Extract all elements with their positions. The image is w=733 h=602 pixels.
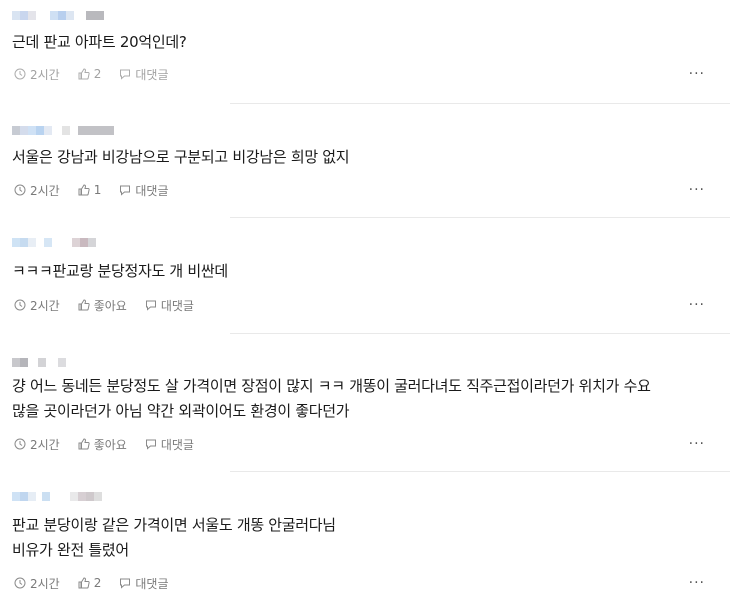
clock-icon [14,184,26,196]
comment-text: 근데 판교 아파트 20억인데? [12,33,187,51]
author-name-blurred [12,238,96,247]
time-label: 2시간 [14,182,60,199]
comment-text: ㅋㅋㅋ판교랑 분당정자도 개 비싼데 [12,262,228,280]
clock-icon [14,438,26,450]
comment-text: 서울은 강남과 비강남으로 구분되고 비강남은 희망 없지 [12,148,350,166]
more-options-button[interactable]: ··· [689,575,705,591]
thumbs-up-icon [78,438,90,450]
reply-button[interactable]: 대댓글 [119,66,168,83]
author-name-blurred [12,358,66,367]
speech-bubble-icon [145,439,156,450]
comment-text-line-2: 비유가 완전 틀렸어 [12,541,129,559]
time-label: 2시간 [14,575,60,592]
comment-meta: 2시간 1 대댓글 [14,182,186,198]
like-button[interactable]: 2 [78,576,101,590]
reply-button[interactable]: 대댓글 [145,297,194,314]
clock-icon [14,577,26,589]
comment-text-line-1: 걍 어느 동네든 분당정도 살 가격이면 장점이 많지 ㅋㅋ 개똥이 굴러다녀도… [12,377,651,395]
author-name-blurred [12,492,102,501]
clock-icon [14,68,26,80]
more-options-button[interactable]: ··· [689,436,705,452]
thumbs-up-icon [78,299,90,311]
reply-button[interactable]: 대댓글 [145,436,194,453]
reply-button[interactable]: 대댓글 [119,575,168,592]
comment-text-line-1: 판교 분당이랑 같은 가격이면 서울도 개똥 안굴러다님 [12,516,336,534]
more-options-button[interactable]: ··· [689,66,705,82]
separator [230,471,730,472]
thumbs-up-icon [78,577,90,589]
author-name-blurred [12,11,104,20]
time-label: 2시간 [14,436,60,453]
time-label: 2시간 [14,66,60,83]
comment-meta: 2시간 좋아요 대댓글 [14,436,212,452]
comment-meta: 2시간 2 대댓글 [14,575,186,591]
like-button[interactable]: 2 [78,67,101,81]
speech-bubble-icon [145,300,156,311]
separator [230,333,730,334]
thumbs-up-icon [78,184,90,196]
more-options-button[interactable]: ··· [689,182,705,198]
more-options-button[interactable]: ··· [689,297,705,313]
speech-bubble-icon [120,185,131,196]
speech-bubble-icon [120,69,131,80]
author-name-blurred [12,126,114,135]
clock-icon [14,299,26,311]
comment-text-line-2: 많을 곳이라던가 아님 약간 외곽이어도 환경이 좋다던가 [12,402,350,420]
speech-bubble-icon [120,578,131,589]
like-button[interactable]: 좋아요 [78,436,127,453]
reply-button[interactable]: 대댓글 [119,182,168,199]
separator [230,103,730,104]
comment-meta: 2시간 2 대댓글 [14,66,186,82]
thumbs-up-icon [78,68,90,80]
like-button[interactable]: 1 [78,183,101,197]
like-button[interactable]: 좋아요 [78,297,127,314]
time-label: 2시간 [14,297,60,314]
separator [230,217,730,218]
comment-meta: 2시간 좋아요 대댓글 [14,297,212,313]
